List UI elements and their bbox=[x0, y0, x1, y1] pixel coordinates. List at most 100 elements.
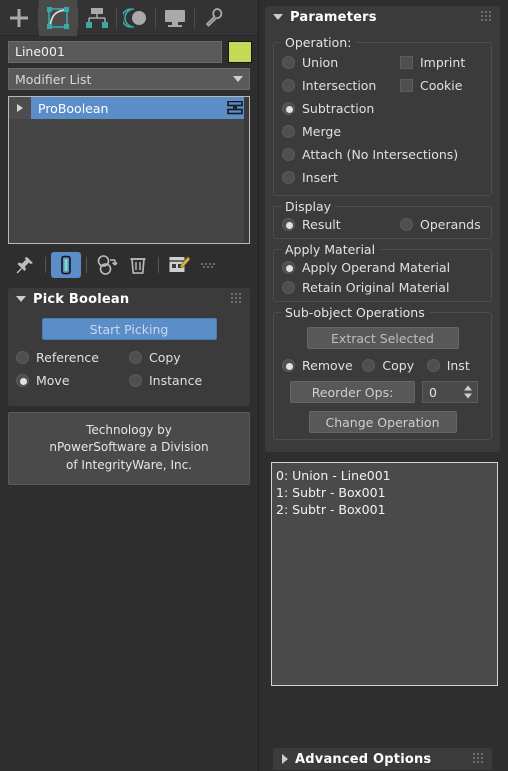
show-end-result-icon[interactable] bbox=[51, 252, 81, 278]
modify-tab[interactable] bbox=[39, 0, 77, 36]
option-copy[interactable]: Copy bbox=[129, 350, 242, 365]
radio-option-inst[interactable]: Inst bbox=[426, 358, 470, 373]
radio-remove[interactable] bbox=[282, 359, 295, 372]
rollout-grip-handle[interactable] bbox=[231, 293, 243, 305]
pin-stack-icon[interactable] bbox=[10, 252, 40, 278]
radio-reference[interactable] bbox=[16, 351, 29, 364]
reorder-ops-button[interactable]: Reorder Ops: bbox=[290, 381, 415, 403]
wrench-icon bbox=[206, 7, 223, 26]
option-move[interactable]: Move bbox=[16, 373, 129, 388]
radio-union-label: Union bbox=[302, 55, 339, 70]
operation-group: Operation: Union Imprint Intersection Co… bbox=[273, 35, 492, 196]
radio-copy[interactable] bbox=[129, 351, 142, 364]
expand-arrow-icon[interactable] bbox=[9, 97, 31, 119]
checkbox-option-imprint[interactable]: Imprint bbox=[400, 55, 465, 70]
radio-copy-subobject[interactable] bbox=[362, 359, 376, 372]
reorder-ops-spinner[interactable]: 0 bbox=[422, 381, 478, 403]
operations-listbox[interactable]: 0: Union - Line001 1: Subtr - Box001 2: … bbox=[271, 462, 498, 686]
tool-divider bbox=[158, 257, 159, 273]
chevron-down-icon bbox=[233, 76, 243, 82]
parameters-header[interactable]: Parameters bbox=[265, 6, 500, 28]
apply-material-group-label: Apply Material bbox=[281, 242, 380, 257]
radio-option-intersection[interactable]: Intersection bbox=[282, 78, 400, 93]
radio-copy-subobject-label: Copy bbox=[382, 358, 415, 373]
operation-row-3: Subtraction bbox=[282, 101, 483, 116]
radio-intersection[interactable] bbox=[282, 79, 295, 92]
list-item[interactable]: 2: Subtr - Box001 bbox=[276, 501, 497, 518]
radio-subtraction[interactable] bbox=[282, 102, 295, 115]
object-name-row: Line001 bbox=[0, 36, 258, 66]
radio-union[interactable] bbox=[282, 56, 295, 69]
object-color-swatch[interactable] bbox=[228, 41, 252, 63]
option-reference-label: Reference bbox=[36, 350, 99, 365]
stack-scrollbar[interactable] bbox=[244, 97, 249, 243]
modifier-list-dropdown[interactable]: Modifier List bbox=[8, 68, 250, 90]
radio-option-subtraction[interactable]: Subtraction bbox=[282, 101, 400, 116]
display-icon bbox=[165, 9, 185, 27]
command-panel-tabbar bbox=[0, 0, 258, 36]
spinner-up-icon[interactable] bbox=[464, 385, 472, 391]
radio-option-merge[interactable]: Merge bbox=[282, 124, 400, 139]
create-tab[interactable] bbox=[0, 0, 38, 36]
credit-line-1: Technology by bbox=[86, 423, 172, 437]
radio-option-attach[interactable]: Attach (No Intersections) bbox=[282, 147, 483, 162]
advanced-options-header[interactable]: Advanced Options bbox=[273, 748, 492, 770]
radio-option-operands[interactable]: Operands bbox=[400, 217, 481, 232]
option-reference[interactable]: Reference bbox=[16, 350, 129, 365]
radio-attach[interactable] bbox=[282, 148, 295, 161]
advanced-options-rollout: Advanced Options bbox=[273, 748, 492, 770]
list-item[interactable]: 0: Union - Line001 bbox=[276, 467, 497, 484]
display-tab[interactable] bbox=[156, 0, 194, 36]
radio-retain-original-material[interactable] bbox=[282, 281, 295, 294]
spinner-arrows[interactable] bbox=[464, 385, 472, 399]
stack-item-proboolean[interactable]: ProBoolean bbox=[9, 97, 249, 119]
rollout-grip-handle[interactable] bbox=[473, 753, 485, 765]
make-unique-icon[interactable] bbox=[92, 252, 122, 278]
object-name-input[interactable]: Line001 bbox=[8, 41, 222, 63]
option-copy-label: Copy bbox=[149, 350, 181, 365]
credit-line-3: of IntegrityWare, Inc. bbox=[66, 457, 192, 472]
extract-selected-button[interactable]: Extract Selected bbox=[306, 327, 459, 349]
motion-tab[interactable] bbox=[117, 0, 155, 36]
parameters-body: Operation: Union Imprint Intersection Co… bbox=[265, 28, 500, 452]
radio-instance[interactable] bbox=[129, 374, 142, 387]
expand-arrow-icon bbox=[282, 754, 288, 764]
remove-modifier-icon[interactable] bbox=[123, 252, 153, 278]
radio-operands[interactable] bbox=[400, 218, 413, 231]
operation-group-label: Operation: bbox=[281, 35, 356, 50]
checkbox-option-cookie[interactable]: Cookie bbox=[400, 78, 462, 93]
configure-sets-icon[interactable] bbox=[164, 252, 194, 278]
option-instance[interactable]: Instance bbox=[129, 373, 242, 388]
start-picking-button[interactable]: Start Picking bbox=[41, 318, 217, 340]
radio-option-retain-original-material[interactable]: Retain Original Material bbox=[282, 280, 483, 295]
modifier-stack-list[interactable]: ProBoolean bbox=[8, 96, 250, 244]
tool-divider bbox=[45, 257, 46, 273]
radio-move[interactable] bbox=[16, 374, 29, 387]
motion-icon bbox=[123, 7, 146, 28]
modify-panel-column: Line001 Modifier List ProBoolean Pick Bo… bbox=[0, 0, 258, 771]
radio-inst[interactable] bbox=[426, 359, 440, 372]
radio-option-union[interactable]: Union bbox=[282, 55, 400, 70]
checkbox-imprint[interactable] bbox=[400, 56, 413, 69]
radio-apply-operand-material[interactable] bbox=[282, 261, 295, 274]
pick-boolean-header[interactable]: Pick Boolean bbox=[8, 288, 250, 310]
radio-option-insert[interactable]: Insert bbox=[282, 170, 400, 185]
radio-insert[interactable] bbox=[282, 171, 295, 184]
toolbar-drag-handle[interactable] bbox=[201, 261, 217, 269]
checkbox-cookie[interactable] bbox=[400, 79, 413, 92]
hierarchy-tab[interactable] bbox=[78, 0, 116, 36]
pick-boolean-title: Pick Boolean bbox=[33, 291, 130, 307]
display-group: Display Result Operands bbox=[273, 199, 492, 239]
operation-row-5: Attach (No Intersections) bbox=[282, 147, 483, 162]
radio-option-copy[interactable]: Copy bbox=[362, 358, 426, 373]
radio-option-result[interactable]: Result bbox=[282, 217, 400, 232]
radio-result[interactable] bbox=[282, 218, 295, 231]
rollout-grip-handle[interactable] bbox=[481, 11, 493, 23]
radio-option-apply-operand-material[interactable]: Apply Operand Material bbox=[282, 260, 483, 275]
utilities-tab[interactable] bbox=[195, 0, 233, 36]
radio-option-remove[interactable]: Remove bbox=[282, 358, 362, 373]
spinner-down-icon[interactable] bbox=[464, 393, 472, 399]
list-item[interactable]: 1: Subtr - Box001 bbox=[276, 484, 497, 501]
change-operation-button[interactable]: Change Operation bbox=[308, 411, 457, 433]
radio-merge[interactable] bbox=[282, 125, 295, 138]
